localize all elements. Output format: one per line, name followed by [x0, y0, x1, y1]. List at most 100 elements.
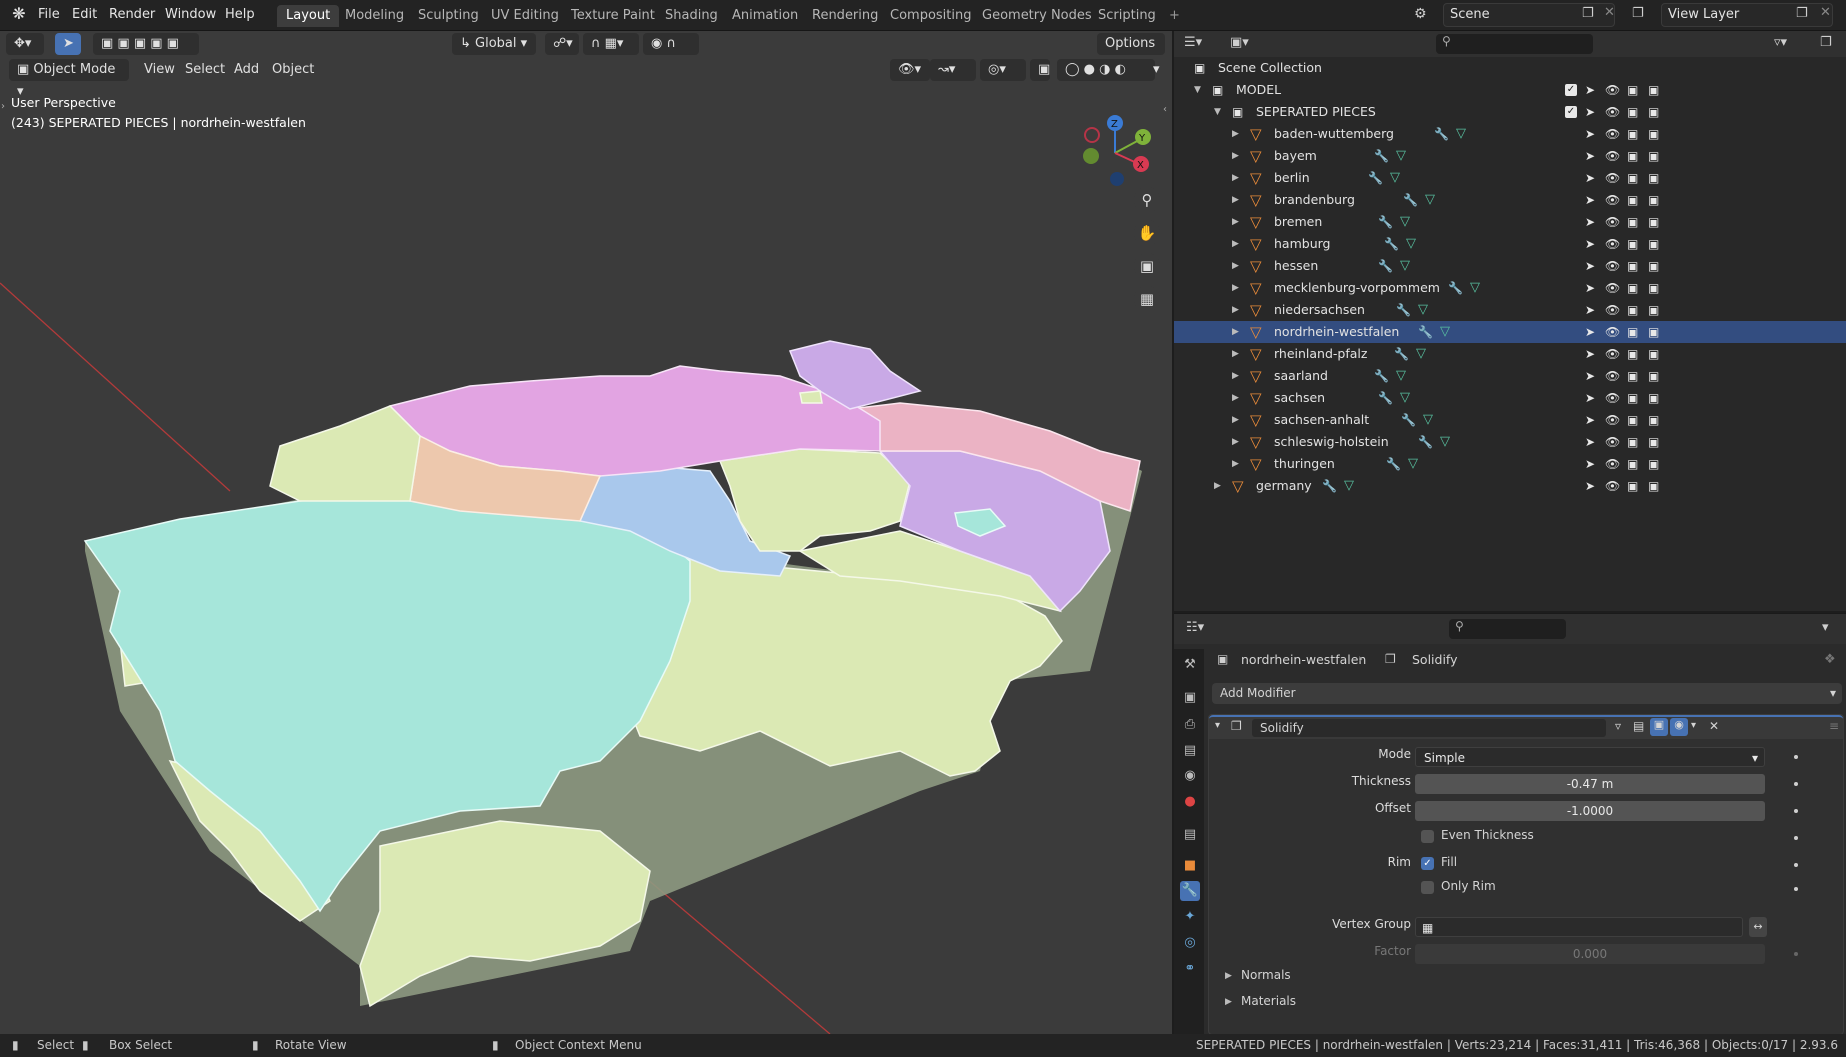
expand-icon[interactable]: ▶: [1232, 145, 1239, 167]
selectable-icon[interactable]: ➤: [1585, 101, 1595, 123]
mesh-data-icon[interactable]: ▽: [1390, 167, 1400, 189]
disable-viewport-icon[interactable]: ▣: [1627, 79, 1638, 101]
outliner-panel[interactable]: ☰▾ ▣▾ ⚲ ▿▾ ❐ ▣ Scene Collection ▼ ▣ MODEL ✓ ➤ 👁…: [1174, 31, 1846, 611]
view-layer-tab-icon[interactable]: ▤: [1180, 741, 1200, 761]
keyframe-dot-icon[interactable]: [1794, 836, 1798, 840]
tab-compositing[interactable]: Compositing: [881, 5, 981, 27]
expand-icon[interactable]: ▶: [1232, 211, 1239, 233]
render-camera-icon[interactable]: ▣: [1648, 211, 1659, 233]
render-camera-icon[interactable]: ▣: [1648, 387, 1659, 409]
outliner-item-berlin[interactable]: ▶ ▽ berlin 🔧 ▽ ➤ 👁 ▣ ▣: [1174, 167, 1846, 189]
selectable-icon[interactable]: ➤: [1585, 343, 1595, 365]
modifiers-icon[interactable]: 🔧: [1401, 409, 1416, 431]
outliner-item-brandenburg[interactable]: ▶ ▽ brandenburg 🔧 ▽ ➤ 👁 ▣ ▣: [1174, 189, 1846, 211]
expand-icon[interactable]: ▶: [1232, 343, 1239, 365]
disable-viewport-icon[interactable]: ▣: [1627, 431, 1638, 453]
expand-icon[interactable]: ▶: [1232, 167, 1239, 189]
tab-animation[interactable]: Animation: [723, 5, 807, 27]
mesh-data-icon[interactable]: ▽: [1416, 343, 1426, 365]
render-camera-icon[interactable]: ▣: [1648, 343, 1659, 365]
display-mode-icon[interactable]: ▣▾: [1230, 35, 1249, 50]
disable-viewport-icon[interactable]: ▣: [1627, 343, 1638, 365]
selectable-icon[interactable]: ➤: [1585, 475, 1595, 497]
render-camera-icon[interactable]: ▣: [1648, 79, 1659, 101]
drag-handle-icon[interactable]: ≡: [1829, 719, 1839, 733]
visibility-eye-icon[interactable]: 👁: [1605, 387, 1620, 409]
modifier-name-input[interactable]: Solidify: [1252, 719, 1606, 737]
visibility-eye-icon[interactable]: 👁: [1605, 365, 1620, 387]
expand-icon[interactable]: ▶: [1232, 409, 1239, 431]
modifiers-icon[interactable]: 🔧: [1322, 475, 1337, 497]
expand-icon[interactable]: ▶: [1214, 475, 1221, 497]
modifiers-icon[interactable]: 🔧: [1448, 277, 1463, 299]
mesh-data-icon[interactable]: ▽: [1418, 299, 1428, 321]
outliner-collection-model[interactable]: ▼ ▣ MODEL ✓ ➤ 👁 ▣ ▣: [1174, 79, 1846, 101]
tab-layout[interactable]: Layout: [277, 5, 340, 27]
collapse-icon[interactable]: ▼: [1214, 101, 1221, 123]
mesh-data-icon[interactable]: ▽: [1408, 453, 1418, 475]
exclude-checkbox[interactable]: ✓: [1565, 84, 1577, 96]
outliner-search-input[interactable]: ⚲: [1436, 34, 1593, 54]
outliner-item-sachsen[interactable]: ▶ ▽ sachsen 🔧 ▽ ➤ 👁 ▣ ▣: [1174, 387, 1846, 409]
menu-help[interactable]: Help: [225, 5, 255, 25]
modifiers-icon[interactable]: 🔧: [1374, 145, 1389, 167]
visibility-eye-icon[interactable]: 👁: [1605, 189, 1620, 211]
render-camera-icon[interactable]: ▣: [1648, 123, 1659, 145]
close-scene-icon[interactable]: ✕: [1604, 5, 1615, 20]
properties-search-input[interactable]: ⚲: [1449, 619, 1566, 639]
visibility-eye-icon[interactable]: 👁: [1605, 145, 1620, 167]
selectable-icon[interactable]: ➤: [1585, 409, 1595, 431]
disable-viewport-icon[interactable]: ▣: [1627, 277, 1638, 299]
visibility-eye-icon[interactable]: 👁: [1605, 277, 1620, 299]
outliner-item-saarland[interactable]: ▶ ▽ saarland 🔧 ▽ ➤ 👁 ▣ ▣: [1174, 365, 1846, 387]
vertex-group-field[interactable]: ▦: [1415, 917, 1743, 937]
tab-uv-editing[interactable]: UV Editing: [482, 5, 568, 27]
render-camera-icon[interactable]: ▣: [1648, 431, 1659, 453]
keyframe-dot-icon[interactable]: [1794, 809, 1798, 813]
render-camera-icon[interactable]: ▣: [1648, 365, 1659, 387]
normals-subpanel[interactable]: Normals: [1241, 968, 1291, 982]
outliner-item-bayem[interactable]: ▶ ▽ bayem 🔧 ▽ ➤ 👁 ▣ ▣: [1174, 145, 1846, 167]
visibility-eye-icon[interactable]: 👁: [1605, 123, 1620, 145]
visibility-eye-icon[interactable]: 👁: [1605, 167, 1620, 189]
collapse-icon[interactable]: ▾: [1215, 720, 1220, 731]
keyframe-dot-icon[interactable]: [1794, 863, 1798, 867]
expand-icon[interactable]: ▶: [1232, 321, 1239, 343]
scene-tab-icon[interactable]: ◉: [1180, 766, 1200, 786]
add-modifier-button[interactable]: Add Modifier ▾: [1212, 683, 1842, 704]
selectable-icon[interactable]: ➤: [1585, 255, 1595, 277]
modifiers-icon[interactable]: 🔧: [1378, 387, 1393, 409]
scene-icon[interactable]: ⚙: [1414, 6, 1427, 22]
visibility-eye-icon[interactable]: 👁: [1605, 299, 1620, 321]
menu-file[interactable]: File: [38, 5, 60, 25]
selectable-icon[interactable]: ➤: [1585, 189, 1595, 211]
view-layer-icon[interactable]: ❐: [1632, 6, 1644, 21]
3d-viewport[interactable]: ✥▾ ➤ ▣ ▣ ▣ ▣ ▣ ↳ Global ▾ ☍▾ ∩ ▦▾ ◉ ∩ Op…: [0, 31, 1172, 1034]
visibility-eye-icon[interactable]: 👁: [1605, 431, 1620, 453]
viewport-toggle-icon[interactable]: ▣: [1650, 718, 1668, 736]
expand-icon[interactable]: ▶: [1232, 277, 1239, 299]
render-camera-icon[interactable]: ▣: [1648, 189, 1659, 211]
visibility-eye-icon[interactable]: 👁: [1605, 255, 1620, 277]
mesh-data-icon[interactable]: ▽: [1425, 189, 1435, 211]
render-toggle-icon[interactable]: ◉: [1670, 718, 1688, 736]
particles-tab-icon[interactable]: ✦: [1180, 907, 1200, 927]
disable-viewport-icon[interactable]: ▣: [1627, 299, 1638, 321]
modifiers-icon[interactable]: 🔧: [1384, 233, 1399, 255]
expand-icon[interactable]: ▶: [1232, 365, 1239, 387]
disable-viewport-icon[interactable]: ▣: [1627, 211, 1638, 233]
selectable-icon[interactable]: ➤: [1585, 277, 1595, 299]
materials-subpanel[interactable]: Materials: [1241, 994, 1296, 1008]
even-thickness-checkbox[interactable]: [1421, 830, 1434, 843]
modifiers-icon[interactable]: 🔧: [1418, 431, 1433, 453]
selectable-icon[interactable]: ➤: [1585, 233, 1595, 255]
visibility-eye-icon[interactable]: 👁: [1605, 211, 1620, 233]
outliner-editor-type-icon[interactable]: ☰▾: [1184, 35, 1202, 50]
outliner-item-thuringen[interactable]: ▶ ▽ thuringen 🔧 ▽ ➤ 👁 ▣ ▣: [1174, 453, 1846, 475]
selectable-icon[interactable]: ➤: [1585, 431, 1595, 453]
tab-sculpting[interactable]: Sculpting: [409, 5, 488, 27]
render-camera-icon[interactable]: ▣: [1648, 409, 1659, 431]
mode-dropdown[interactable]: Simple ▾: [1415, 747, 1765, 767]
disable-viewport-icon[interactable]: ▣: [1627, 233, 1638, 255]
selectable-icon[interactable]: ➤: [1585, 299, 1595, 321]
